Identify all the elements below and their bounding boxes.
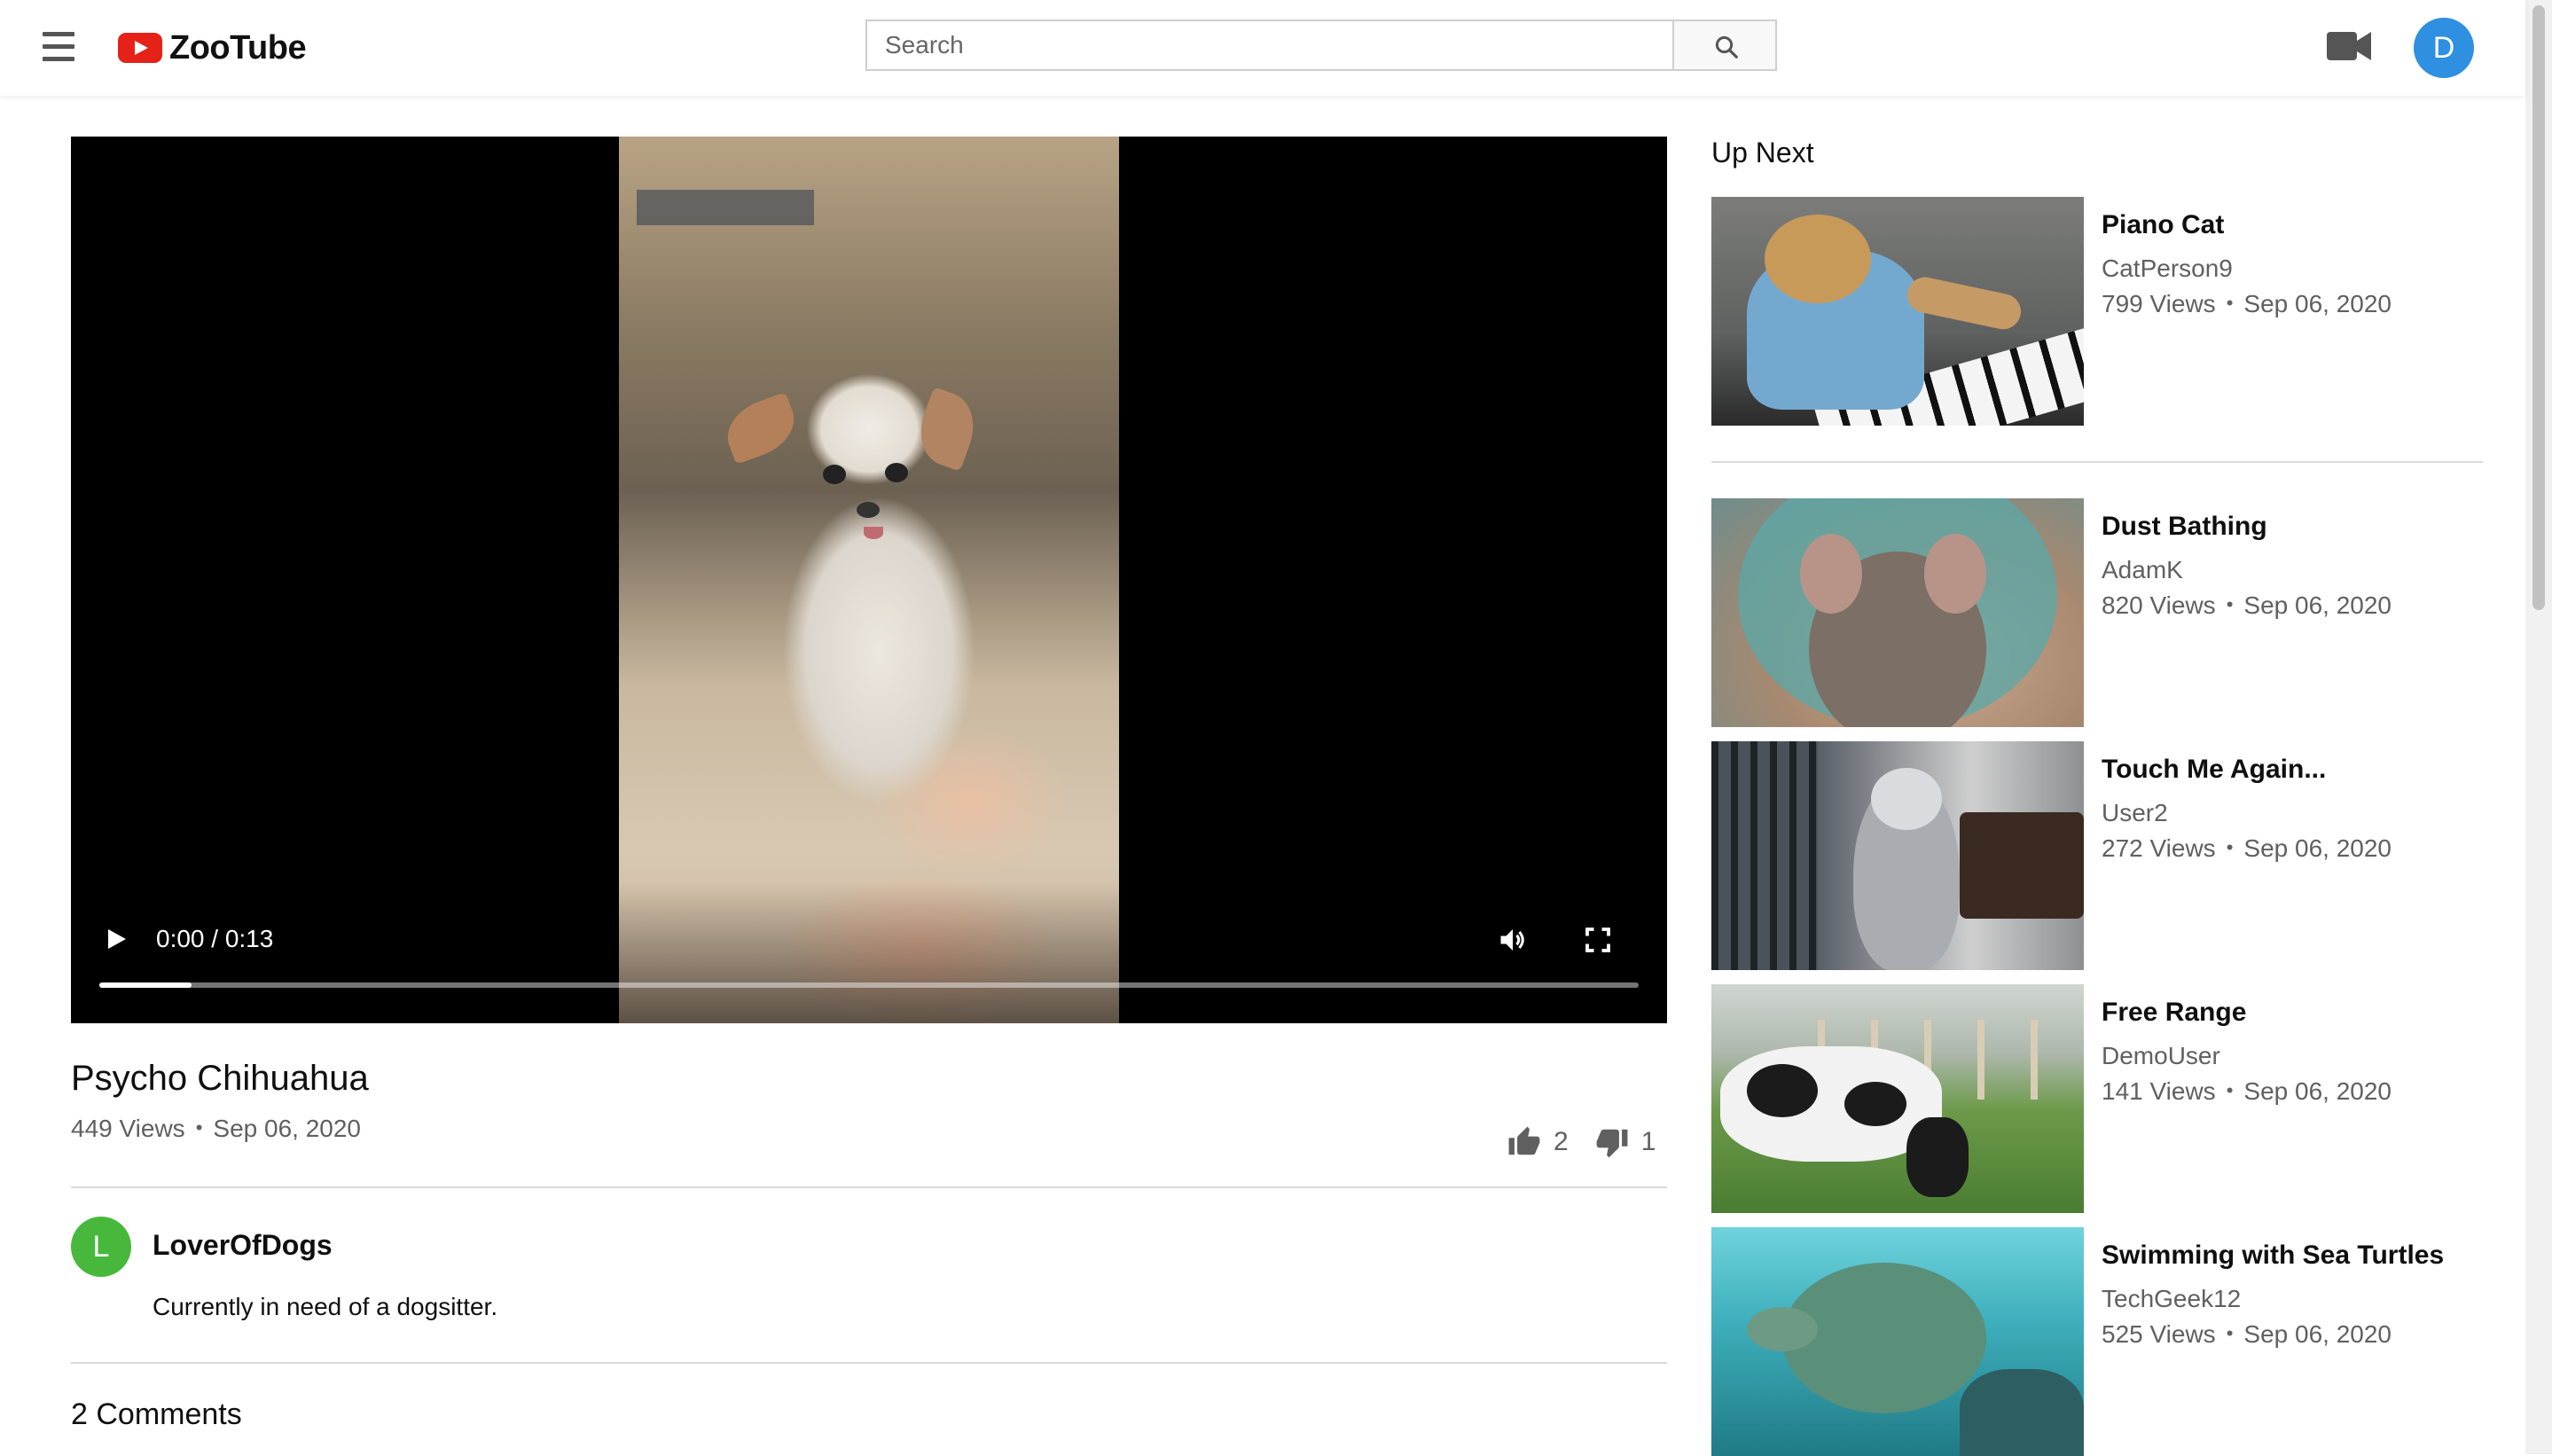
upload-video-camera-icon[interactable] [2325,27,2373,66]
recommended-views: 820 Views [2102,591,2216,619]
progress-bar[interactable] [99,982,1639,988]
play-logo-icon [118,33,162,63]
volume-icon[interactable] [1497,924,1529,956]
recommended-video[interactable]: Swimming with Sea Turtles TechGeek12 525… [1711,1227,2483,1456]
controls-overlay [71,881,1667,1023]
recommended-channel: TechGeek12 [2102,1285,2242,1312]
recommended-meta: 272 Views • Sep 06, 2020 [2102,834,2392,862]
video-thumbnail[interactable] [1711,498,2084,727]
dislike-count: 1 [1640,1127,1656,1156]
recommended-title[interactable]: Swimming with Sea Turtles [2102,1240,2444,1272]
zootube-logo[interactable]: ZooTube [118,25,307,71]
video-title: Psycho Chihuahua [71,1059,369,1098]
recommended-channel: DemoUser [2102,1042,2220,1069]
progress-fill [99,982,192,988]
recommended-video[interactable]: Dust Bathing AdamK 820 Views • Sep 06, 202… [1711,498,2483,727]
time-display: 0:00 / 0:13 [156,925,274,952]
uploader-name[interactable]: LoverOfDogs [153,1227,333,1263]
recommended-video[interactable]: Free Range DemoUser 141 Views • Sep 06, 20… [1711,984,2483,1213]
recommended-video[interactable]: Piano Cat CatPerson9 799 Views • Sep 06, 2… [1711,197,2483,426]
upload-date: Sep 06, 2020 [213,1115,361,1142]
comments-count: 2 Comments [71,1397,242,1431]
recommended-video[interactable]: Touch Me Again... User2 272 Views • Sep 06… [1711,741,2483,970]
recommended-title[interactable]: Dust Bathing [2102,511,2267,543]
video-thumbnail[interactable] [1711,984,2084,1213]
recommended-meta: 820 Views • Sep 06, 2020 [2102,591,2392,619]
recommended-meta: 525 Views • Sep 06, 2020 [2102,1320,2392,1348]
search-input[interactable] [865,20,1672,71]
up-next-heading: Up Next [1711,137,1814,168]
recommended-date: Sep 06, 2020 [2243,834,2392,862]
video-description: Currently in need of a dogsitter. [153,1293,498,1320]
up-next-divider [1711,461,2483,463]
video-thumbnail[interactable] [1711,1227,2084,1456]
search-button[interactable] [1672,20,1777,71]
recommended-meta: 141 Views • Sep 06, 2020 [2102,1077,2392,1105]
recommended-views: 525 Views [2102,1320,2216,1348]
video-thumbnail[interactable] [1711,741,2084,970]
recommended-meta: 799 Views • Sep 06, 2020 [2102,290,2392,317]
thumbs-up-icon [1508,1126,1540,1155]
recommended-date: Sep 06, 2020 [2243,591,2392,619]
like-button[interactable]: 2 [1507,1125,1569,1159]
play-icon[interactable] [103,924,129,954]
scrollbar-thumb[interactable] [2532,5,2545,610]
recommended-views: 799 Views [2102,290,2216,317]
recommended-views: 141 Views [2102,1077,2216,1105]
recommended-date: Sep 06, 2020 [2243,290,2392,317]
recommended-title[interactable]: Piano Cat [2102,209,2224,241]
top-header: ZooTube D [0,0,2525,96]
recommended-channel: CatPerson9 [2102,254,2233,282]
recommended-date: Sep 06, 2020 [2243,1320,2392,1348]
recommended-channel: AdamK [2102,556,2183,583]
uploader-avatar[interactable]: L [71,1217,131,1277]
hamburger-menu-icon[interactable] [41,30,76,64]
recommended-title[interactable]: Free Range [2102,997,2246,1029]
fullscreen-icon[interactable] [1582,924,1614,956]
thumbs-down-icon [1596,1129,1628,1158]
brand-name: ZooTube [169,28,307,67]
recommended-channel: User2 [2102,799,2168,826]
page-scrollbar[interactable] [2525,0,2552,1454]
recommended-title[interactable]: Touch Me Again... [2102,754,2326,786]
video-player[interactable]: 0:00 / 0:13 [71,137,1667,1023]
rating-bar: 2 1 [1507,1121,1656,1163]
video-thumbnail[interactable] [1711,197,2084,426]
recommended-date: Sep 06, 2020 [2243,1077,2392,1105]
view-count: 449 Views [71,1115,185,1142]
video-meta: 449 Views • Sep 06, 2020 [71,1115,361,1142]
recommended-views: 272 Views [2102,834,2216,862]
like-count: 2 [1554,1127,1569,1156]
user-avatar[interactable]: D [2414,18,2474,78]
divider [71,1362,1667,1364]
dislike-button[interactable]: 1 [1595,1125,1656,1159]
search-icon [1715,35,1738,59]
divider [71,1186,1667,1188]
